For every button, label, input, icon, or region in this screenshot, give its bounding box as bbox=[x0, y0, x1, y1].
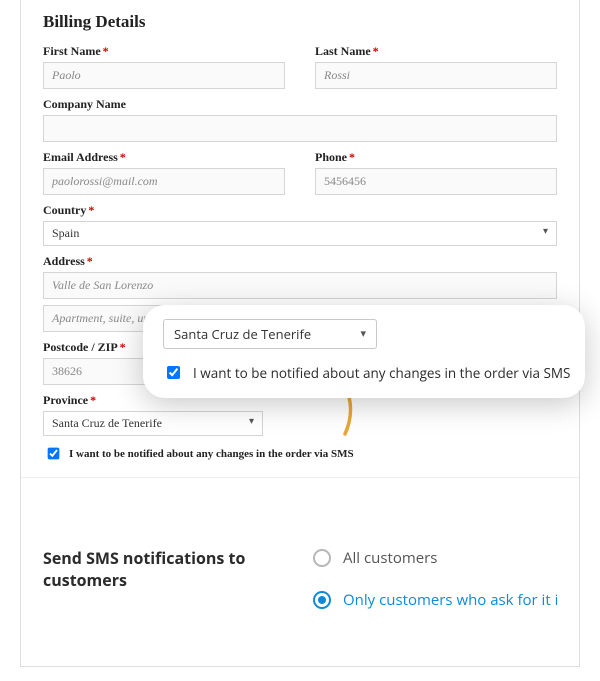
radio-icon bbox=[313, 549, 331, 567]
first-name-label: First Name* bbox=[43, 44, 285, 59]
callout-sms-checkbox-label: I want to be notified about any changes … bbox=[193, 364, 570, 382]
callout-zoom: Santa Cruz de Tenerife I want to be noti… bbox=[143, 305, 585, 398]
callout-sms-checkbox[interactable] bbox=[167, 366, 180, 379]
country-label: Country* bbox=[43, 203, 557, 218]
settings-heading: Send SMS notifications to customers bbox=[43, 512, 283, 632]
callout-province-select[interactable]: Santa Cruz de Tenerife bbox=[163, 319, 377, 349]
province-select[interactable]: Santa Cruz de Tenerife bbox=[43, 411, 263, 436]
address-line1-input[interactable]: Valle de San Lorenzo bbox=[43, 272, 557, 299]
radio-option-ask[interactable]: Only customers who ask for it in ch bbox=[313, 590, 557, 610]
company-input[interactable] bbox=[43, 115, 557, 142]
page-title: Billing Details bbox=[43, 12, 557, 32]
phone-input[interactable]: 5456456 bbox=[315, 168, 557, 195]
email-label: Email Address* bbox=[43, 150, 285, 165]
last-name-input[interactable]: Rossi bbox=[315, 62, 557, 89]
country-select[interactable]: Spain bbox=[43, 221, 557, 246]
sms-checkbox-label: I want to be notified about any changes … bbox=[69, 448, 354, 460]
radio-icon bbox=[313, 591, 331, 609]
address-label: Address* bbox=[43, 254, 557, 269]
company-label: Company Name bbox=[43, 97, 557, 112]
radio-option-all[interactable]: All customers bbox=[313, 548, 557, 568]
first-name-input[interactable]: Paolo bbox=[43, 62, 285, 89]
radio-label: Only customers who ask for it in ch bbox=[343, 590, 557, 610]
email-input[interactable]: paolorossi@mail.com bbox=[43, 168, 285, 195]
sms-checkbox[interactable] bbox=[48, 448, 60, 460]
last-name-label: Last Name* bbox=[315, 44, 557, 59]
phone-label: Phone* bbox=[315, 150, 557, 165]
radio-label: All customers bbox=[343, 548, 437, 568]
